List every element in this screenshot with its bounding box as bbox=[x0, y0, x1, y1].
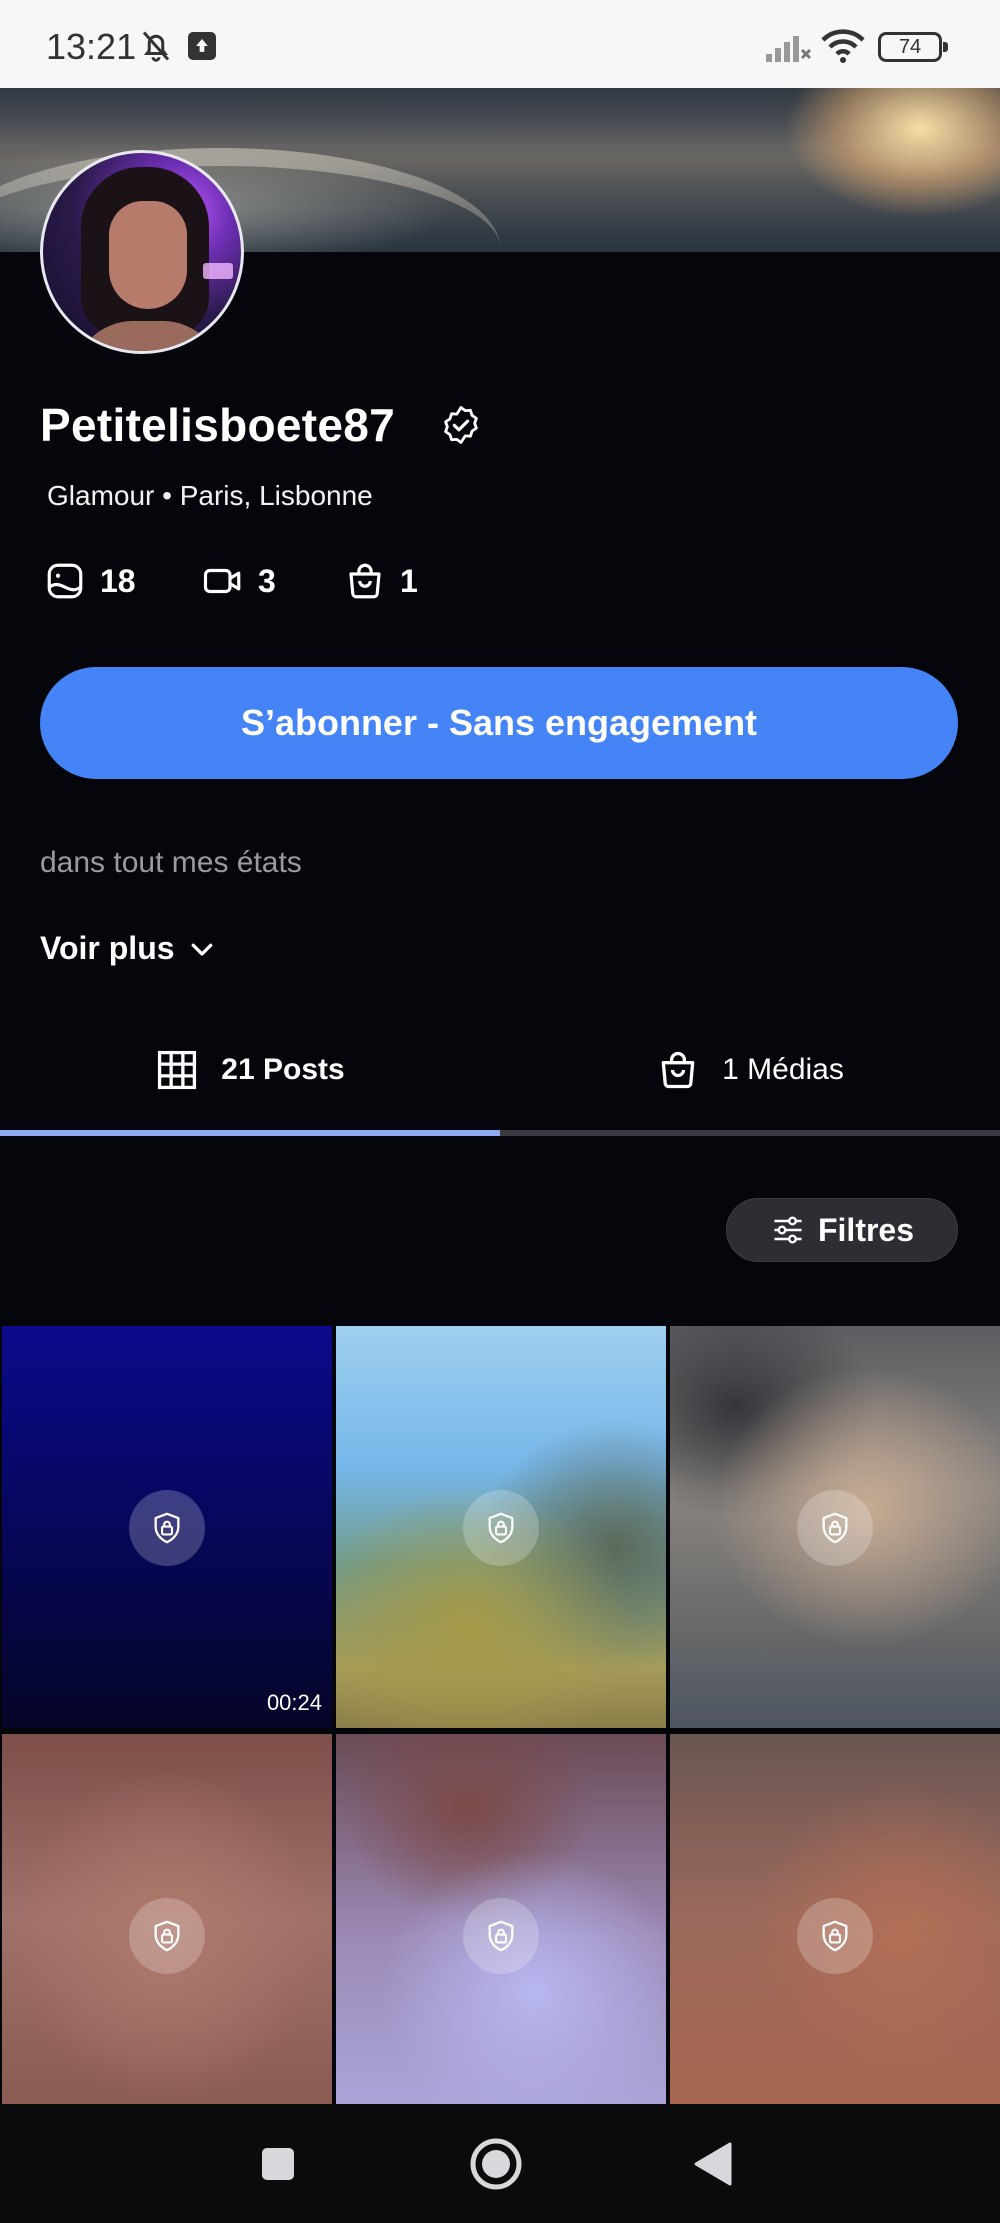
video-duration: 00:24 bbox=[266, 1690, 322, 1715]
tab-active-indicator bbox=[0, 1130, 500, 1136]
shop-count: 1 bbox=[344, 560, 418, 602]
lock-shield-icon bbox=[154, 1920, 180, 1952]
bell-muted-icon bbox=[142, 31, 170, 62]
subscribe-button[interactable]: S’abonner - Sans engagement bbox=[40, 667, 958, 779]
back-button[interactable] bbox=[682, 2132, 746, 2196]
upload-notification-icon bbox=[188, 32, 216, 60]
see-more-button[interactable]: Voir plus bbox=[40, 930, 217, 967]
lock-shield-icon bbox=[822, 1920, 848, 1952]
locked-content-badge bbox=[797, 1490, 873, 1566]
lock-shield-icon bbox=[488, 1512, 514, 1544]
media-tile[interactable] bbox=[336, 1734, 666, 2104]
profile-bio: dans tout mes états bbox=[40, 846, 302, 879]
filter-label: Filtres bbox=[817, 1211, 915, 1248]
tab-posts-label: 21 Posts bbox=[221, 1053, 345, 1086]
video-count-value: 3 bbox=[258, 562, 276, 599]
profile-tagline: Glamour • Paris, Lisbonne bbox=[47, 480, 373, 511]
verified-badge-icon bbox=[444, 406, 478, 444]
locked-content-badge bbox=[463, 1898, 539, 1974]
system-navigation-bar bbox=[0, 2104, 1000, 2223]
tab-media[interactable]: 1 Médias bbox=[500, 1020, 1000, 1120]
shopping-bag-icon bbox=[661, 1051, 695, 1089]
filter-button[interactable]: Filtres bbox=[726, 1198, 958, 1262]
media-grid: 00:24 bbox=[0, 1326, 1000, 2104]
lock-shield-icon bbox=[488, 1920, 514, 1952]
chevron-down-icon bbox=[191, 943, 212, 956]
home-button[interactable] bbox=[464, 2132, 528, 2196]
photo-icon bbox=[47, 563, 83, 599]
media-tile[interactable] bbox=[670, 1734, 1000, 2104]
media-tile[interactable] bbox=[2, 1734, 332, 2104]
lock-shield-icon bbox=[822, 1512, 848, 1544]
photo-count: 18 bbox=[44, 560, 136, 602]
tab-media-label: 1 Médias bbox=[722, 1053, 844, 1086]
avatar[interactable] bbox=[40, 150, 244, 354]
locked-content-badge bbox=[463, 1490, 539, 1566]
sliders-icon bbox=[774, 1216, 802, 1244]
content-tabs: 21 Posts 1 Médias bbox=[0, 1020, 1000, 1120]
media-tile[interactable] bbox=[336, 1326, 666, 1728]
lock-shield-icon bbox=[154, 1512, 180, 1544]
media-tile[interactable]: 00:24 bbox=[2, 1326, 332, 1728]
video-camera-icon bbox=[203, 568, 241, 594]
battery-icon: 74 bbox=[878, 32, 948, 62]
video-count: 3 bbox=[202, 560, 276, 602]
wifi-icon bbox=[821, 29, 865, 63]
locked-content-badge bbox=[797, 1898, 873, 1974]
status-bar: 13:21 74 bbox=[0, 0, 1000, 88]
grid-icon bbox=[158, 1050, 197, 1090]
media-tile[interactable] bbox=[670, 1326, 1000, 1728]
shopping-bag-icon bbox=[349, 563, 381, 599]
bio-fade bbox=[0, 880, 1000, 910]
status-time: 13:21 bbox=[46, 26, 137, 67]
locked-content-badge bbox=[129, 1898, 205, 1974]
tab-posts[interactable]: 21 Posts bbox=[0, 1020, 500, 1120]
signal-icon bbox=[766, 36, 812, 62]
locked-content-badge bbox=[129, 1490, 205, 1566]
see-more-label: Voir plus bbox=[40, 930, 175, 966]
profile-username: Petitelisboete87 bbox=[40, 399, 396, 451]
photo-count-value: 18 bbox=[100, 562, 136, 599]
recent-apps-button[interactable] bbox=[246, 2132, 310, 2196]
shop-count-value: 1 bbox=[400, 562, 418, 599]
